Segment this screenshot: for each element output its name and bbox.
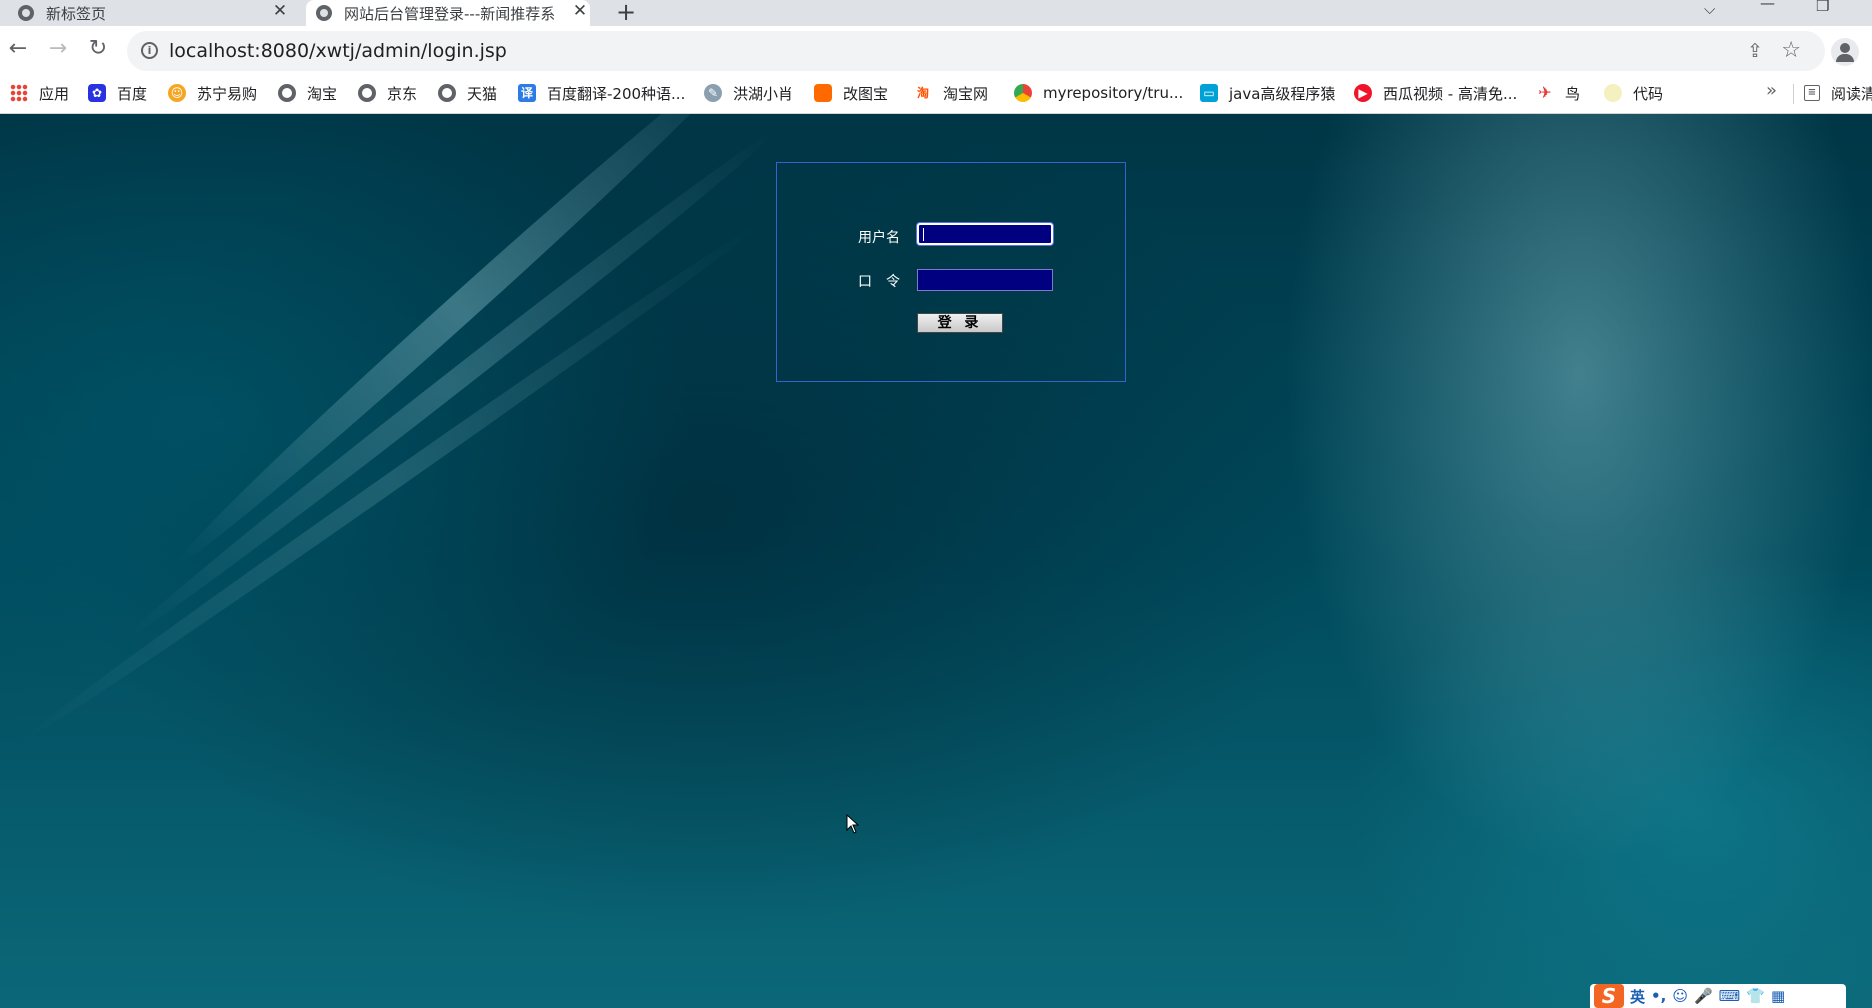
background-light-streak (16, 217, 764, 749)
browser-toolbar: ← → ↻ i localhost:8080/xwtj/admin/login.… (0, 26, 1872, 74)
share-icon[interactable]: ⇪ (1747, 40, 1763, 62)
ime-mode[interactable]: 英 (1630, 986, 1645, 1007)
bookmarks-overflow-icon[interactable]: » (1766, 80, 1777, 101)
taobao-icon: 淘 (916, 86, 929, 100)
tab-close-icon[interactable]: ✕ (570, 1, 590, 21)
bookmark-suning[interactable]: ☺ 苏宁易购 (168, 82, 257, 104)
bookmark-tmall[interactable]: 天猫 (438, 82, 497, 104)
background-light-streak (120, 123, 780, 647)
mouse-cursor-icon (846, 813, 860, 838)
hongxiao-icon: ✎ (704, 84, 722, 102)
bookmark-apps[interactable]: 应用 (10, 82, 69, 104)
login-button[interactable]: 登 录 (917, 313, 1003, 333)
xigua-icon: ▶ (1354, 84, 1372, 102)
apps-grid-icon (10, 84, 28, 102)
background-light-streak (167, 114, 753, 575)
tab-new-tab[interactable]: 新标签页 ✕ (18, 0, 290, 26)
tab-search-icon[interactable]: ⌵ (1704, 0, 1715, 18)
bookmark-label: 应用 (39, 84, 70, 103)
baidu-translate-icon: 译 (518, 84, 536, 102)
bird-icon: ✈ (1538, 83, 1552, 102)
bookmark-label: 代码 (1633, 84, 1664, 103)
minimize-icon[interactable]: — (1760, 0, 1775, 12)
bookmark-label: 洪湖小肖 (733, 84, 794, 103)
bookmark-label: 西瓜视频 - 高清免... (1383, 84, 1518, 103)
globe-icon (438, 84, 456, 102)
bookmark-myrepository[interactable]: myrepository/tru... (1014, 82, 1183, 104)
bookmark-label: 百度翻译-200种语... (547, 84, 686, 103)
gaitubao-icon (814, 84, 832, 102)
login-form: 用户名 口 令 登 录 (776, 162, 1126, 382)
bookmark-label: 阅读清 (1831, 84, 1872, 103)
profile-avatar-icon[interactable] (1831, 38, 1859, 66)
globe-favicon-icon (316, 5, 332, 21)
suning-icon: ☺ (168, 84, 186, 102)
skin-icon[interactable]: 👕 (1746, 987, 1765, 1005)
code-icon (1604, 84, 1622, 102)
bookmark-taobao[interactable]: 淘宝 (278, 82, 337, 104)
tab-strip: 新标签页 ✕ 网站后台管理登录---新闻推荐系 ✕ + ⌵ — ❐ (0, 0, 1872, 26)
globe-icon (278, 84, 296, 102)
bookmark-label: myrepository/tru... (1043, 84, 1184, 102)
bookmark-label: 天猫 (467, 84, 498, 103)
bookmark-baidu[interactable]: ✿ 百度 (88, 82, 147, 104)
username-label: 用户名 (858, 230, 900, 246)
ime-toolbar: S 英 •, ☺ 🎤 ⌨ 👕 ▦ (1590, 984, 1846, 1008)
emoji-icon[interactable]: ☺ (1672, 987, 1688, 1005)
bookmark-label: 苏宁易购 (197, 84, 258, 103)
reading-list[interactable]: ≡ 阅读清 (1804, 82, 1872, 104)
tab-login-page[interactable]: 网站后台管理登录---新闻推荐系 ✕ (306, 0, 590, 26)
text-caret (923, 228, 924, 241)
keyboard-icon[interactable]: ⌨ (1719, 987, 1741, 1005)
bookmark-label: 鸟 (1565, 84, 1581, 103)
site-info-icon[interactable]: i (141, 42, 158, 59)
tab-title: 新标签页 (46, 4, 107, 23)
bookmark-java[interactable]: ▭ java高级程序猿 (1200, 82, 1335, 104)
username-input[interactable] (917, 223, 1053, 245)
bookmark-label: 百度 (117, 84, 148, 103)
bookmark-label: 改图宝 (843, 84, 889, 103)
back-arrow-icon[interactable]: ← (4, 36, 32, 61)
reload-icon[interactable]: ↻ (84, 36, 112, 61)
bookmark-xigua[interactable]: ▶ 西瓜视频 - 高清免... (1354, 82, 1517, 104)
bookmark-label: 淘宝 (307, 84, 338, 103)
chrome-favicon-icon (18, 5, 34, 21)
bookmark-honghu[interactable]: ✎ 洪湖小肖 (704, 82, 793, 104)
bookmark-taobaowang[interactable]: 淘 淘宝网 (914, 82, 988, 104)
bookmark-bird[interactable]: ✈ 鸟 (1536, 82, 1580, 104)
chrome-icon (1014, 84, 1032, 102)
bilibili-icon: ▭ (1200, 84, 1218, 102)
address-bar[interactable]: i localhost:8080/xwtj/admin/login.jsp ⇪ … (127, 31, 1825, 71)
bookmark-code[interactable]: 代码 (1604, 82, 1663, 104)
new-tab-button[interactable]: + (616, 0, 636, 26)
url-text[interactable]: localhost:8080/xwtj/admin/login.jsp (169, 40, 507, 62)
bookmarks-bar: 应用 ✿ 百度 ☺ 苏宁易购 淘宝 京东 天猫 译 百度翻译-200种语... … (0, 74, 1872, 114)
password-input[interactable] (917, 269, 1053, 291)
bookmark-gaitubao[interactable]: 改图宝 (814, 82, 888, 104)
baidu-paw-icon: ✿ (88, 84, 106, 102)
bookmark-baidu-translate[interactable]: 译 百度翻译-200种语... (518, 82, 685, 104)
forward-arrow-icon[interactable]: → (44, 36, 72, 61)
tab-close-icon[interactable]: ✕ (270, 1, 290, 21)
toolbox-icon[interactable]: ▦ (1771, 987, 1785, 1005)
login-page: 用户名 口 令 登 录 (0, 114, 1872, 1008)
sogou-logo-icon[interactable]: S (1594, 984, 1624, 1008)
reading-list-icon: ≡ (1804, 85, 1820, 101)
bookmark-label: java高级程序猿 (1229, 84, 1336, 103)
bookmark-jd[interactable]: 京东 (358, 82, 417, 104)
bookmark-label: 京东 (387, 84, 418, 103)
microphone-icon[interactable]: 🎤 (1694, 987, 1713, 1005)
divider (1793, 84, 1794, 104)
tab-title: 网站后台管理登录---新闻推荐系 (344, 4, 556, 23)
ime-punctuation[interactable]: •, (1651, 987, 1666, 1005)
bookmark-star-icon[interactable]: ☆ (1781, 38, 1801, 63)
bookmark-label: 淘宝网 (943, 84, 989, 103)
password-label: 口 令 (858, 274, 900, 290)
globe-icon (358, 84, 376, 102)
restore-icon[interactable]: ❐ (1816, 0, 1829, 15)
